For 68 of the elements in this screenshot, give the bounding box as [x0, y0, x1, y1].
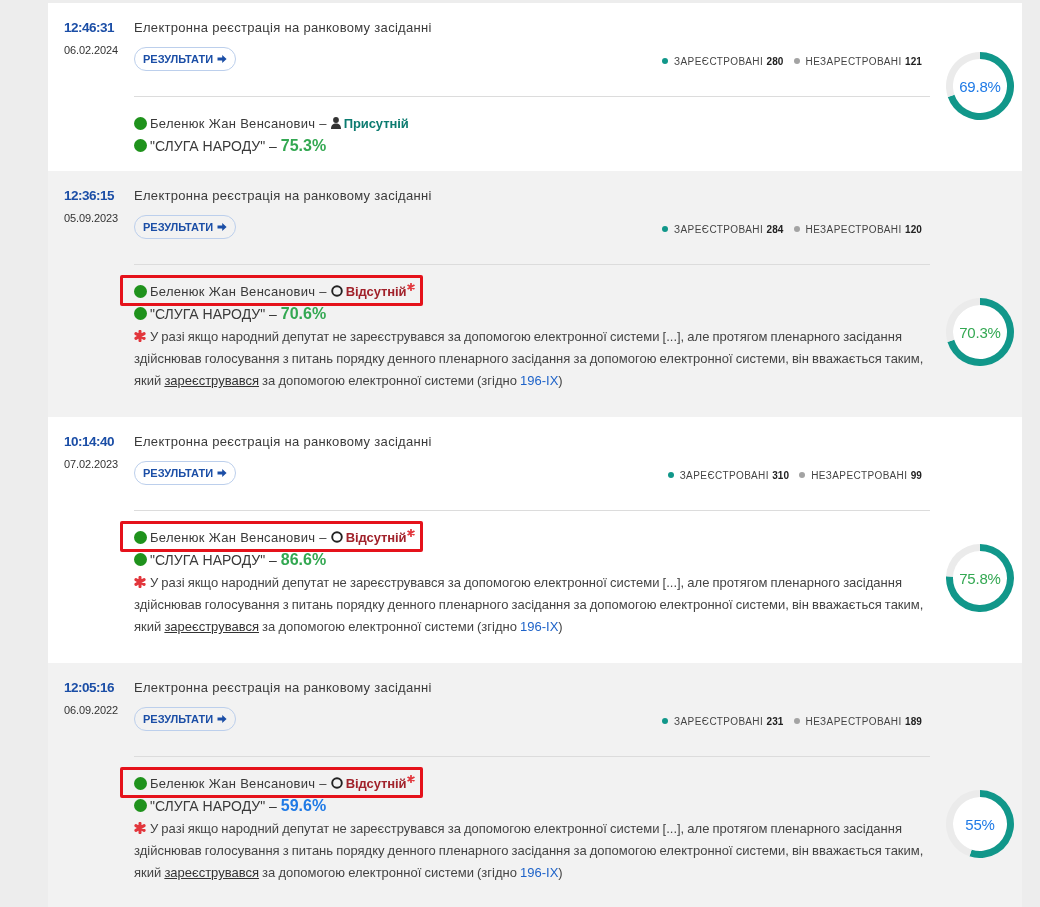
- date-text: 06.02.2024: [64, 43, 119, 57]
- attendance-status: Присутній: [343, 115, 409, 131]
- legend-label: ЗАРЕЄСТРОВАНІ 310: [679, 469, 790, 481]
- legend-label: НЕЗАРЕСТРОВАНІ 99: [811, 469, 922, 481]
- faction-dot: [134, 799, 147, 812]
- time-text: 12:46:31: [64, 19, 115, 37]
- faction-name: "СЛУГА НАРОДУ" –: [150, 797, 277, 814]
- faction-name: "СЛУГА НАРОДУ" –: [150, 305, 277, 322]
- faction-share: 59.6%: [280, 796, 327, 815]
- deputy-name: Беленюк Жан Венсанович –: [150, 775, 327, 791]
- date-text: 06.09.2022: [64, 703, 119, 717]
- ring-percent: 75.8%: [959, 569, 1001, 587]
- law-link[interactable]: 196-IX: [520, 619, 559, 634]
- status-dot: [134, 284, 147, 298]
- faction-share: 75.3%: [280, 136, 327, 155]
- legend-label: НЕЗАРЕСТРОВАНІ 121: [805, 55, 922, 67]
- faction-name: "СЛУГА НАРОДУ" –: [150, 551, 277, 568]
- law-link[interactable]: 196-IX: [520, 865, 559, 880]
- faction-name: "СЛУГА НАРОДУ" –: [150, 137, 277, 154]
- status-dot: [134, 116, 147, 130]
- deputy-name: Беленюк Жан Венсанович –: [150, 529, 327, 545]
- circle-outline-icon: [330, 285, 343, 297]
- time-text: 10:14:40: [64, 433, 115, 451]
- time-text: 12:05:16: [64, 679, 115, 697]
- footnote-text: У разі якщо народний депутат не зареєструвався за допомогою електронної системи [...], але протягом пленарного засідання здійснював голосування з питань порядку денного пленарного засідання за допомогою електронної системи, він вважається таким, який зареєструвався за допомогою електронної системи (згідно 196-IX): [134, 820, 925, 882]
- session-title: Електронна реєстрація на ранковому засіданні: [134, 187, 432, 205]
- asterisk-icon: [134, 330, 146, 342]
- legend-label: ЗАРЕЄСТРОВАНІ 280: [673, 55, 784, 67]
- session-title: Електронна реєстрація на ранковому засіданні: [134, 19, 432, 37]
- legend-label: НЕЗАРЕСТРОВАНІ 189: [805, 715, 922, 727]
- arrow-right-icon: [217, 468, 228, 478]
- faction-dot: [134, 553, 147, 566]
- law-link[interactable]: 196-IX: [520, 373, 559, 388]
- term-link[interactable]: зареєструвався: [164, 619, 259, 634]
- session-title: Електронна реєстрація на ранковому засіданні: [134, 679, 432, 697]
- faction-dot: [134, 307, 147, 320]
- deputy-name: Беленюк Жан Венсанович –: [150, 283, 327, 299]
- circle-outline-icon: [330, 531, 343, 543]
- time-text: 12:36:15: [64, 187, 115, 205]
- person-icon: [330, 117, 341, 129]
- ring-percent: 55%: [965, 815, 995, 833]
- status-dot: [134, 776, 147, 790]
- circle-outline-icon: [330, 777, 343, 789]
- date-text: 05.09.2023: [64, 211, 119, 225]
- ring-percent: 69.8%: [959, 77, 1001, 95]
- attendance-status: Відсутній: [345, 775, 407, 791]
- arrow-right-icon: [217, 222, 228, 232]
- asterisk-icon: [134, 576, 146, 588]
- faction-share: 86.6%: [280, 550, 327, 569]
- faction-share: 70.6%: [280, 304, 327, 323]
- legend-label: ЗАРЕЄСТРОВАНІ 284: [673, 223, 784, 235]
- arrow-right-icon: [217, 714, 228, 724]
- deputy-name: Беленюк Жан Венсанович –: [150, 115, 327, 131]
- session-title: Електронна реєстрація на ранковому засіданні: [134, 433, 432, 451]
- arrow-right-icon: [217, 54, 228, 64]
- legend-label: ЗАРЕЄСТРОВАНІ 231: [673, 715, 784, 727]
- faction-dot: [134, 139, 147, 152]
- date-text: 07.02.2023: [64, 457, 119, 471]
- attendance-status: Відсутній: [345, 529, 407, 545]
- footnote-text: У разі якщо народний депутат не зареєструвався за допомогою електронної системи [...], але протягом пленарного засідання здійснював голосування з питань порядку денного пленарного засідання за допомогою електронної системи, він вважається таким, який зареєструвався за допомогою електронної системи (згідно 196-IX): [134, 574, 925, 636]
- status-dot: [134, 530, 147, 544]
- term-link[interactable]: зареєструвався: [164, 865, 259, 880]
- footnote-text: У разі якщо народний депутат не зареєструвався за допомогою електронної системи [...], але протягом пленарного засідання здійснював голосування з питань порядку денного пленарного засідання за допомогою електронної системи, він вважається таким, який зареєструвався за допомогою електронної системи (згідно 196-IX): [134, 328, 925, 390]
- attendance-status: Відсутній: [345, 283, 407, 299]
- term-link[interactable]: зареєструвався: [164, 373, 259, 388]
- asterisk-icon: [134, 822, 146, 834]
- legend-label: НЕЗАРЕСТРОВАНІ 120: [805, 223, 922, 235]
- ring-percent: 70.3%: [959, 323, 1001, 341]
